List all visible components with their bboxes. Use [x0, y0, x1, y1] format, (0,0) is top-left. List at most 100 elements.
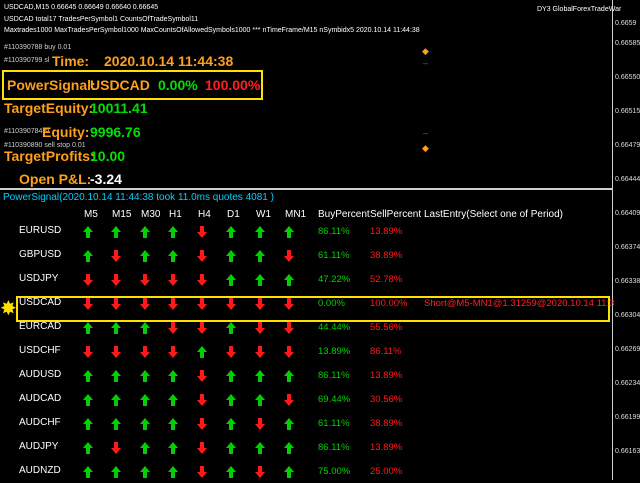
period-header-m30[interactable]: M30 — [141, 209, 160, 220]
last-entry-header[interactable]: LastEntry(Select one of Period) — [424, 209, 563, 220]
power-signal-label: PowerSignal: — [7, 77, 96, 93]
symbol-audcad[interactable]: AUDCAD — [19, 393, 61, 404]
arrow-up-icon — [140, 225, 150, 238]
arrow-up-icon — [255, 225, 265, 238]
arrow-up-icon — [168, 249, 178, 262]
arrow-up-icon — [197, 345, 207, 358]
arrow-up-icon — [226, 249, 236, 262]
buy-percent-header[interactable]: BuyPercent — [318, 209, 370, 220]
arrow-up-icon — [168, 369, 178, 382]
arrow-up-icon — [226, 225, 236, 238]
header-line-1: USDCAD total17 TradesPerSymbol1 CountsOf… — [4, 16, 199, 23]
arrow-down-icon — [111, 345, 121, 358]
arrow-up-icon — [140, 465, 150, 478]
sell-percent: 38.89% — [370, 250, 403, 261]
symbol-audchf[interactable]: AUDCHF — [19, 417, 61, 428]
price-axis-label: 0.66199 — [615, 414, 640, 421]
period-header-mn1[interactable]: MN1 — [285, 209, 306, 220]
arrow-down-icon — [197, 225, 207, 238]
arrow-down-icon — [226, 345, 236, 358]
target-profits-value: 10.00 — [90, 148, 126, 164]
period-header-h4[interactable]: H4 — [198, 209, 211, 220]
arrow-up-icon — [226, 441, 236, 454]
target-profits-label: TargetProfits: — [4, 148, 95, 164]
panel-title: PowerSignal(2020.10.14 11:44:38 took 11.… — [3, 192, 274, 203]
arrow-down-icon — [284, 297, 294, 310]
price-axis-label: 0.66444 — [615, 176, 640, 183]
order-label-2: #110390799 sl — [4, 57, 50, 64]
buy-percent: 86.11% — [318, 442, 350, 453]
arrow-up-icon — [284, 225, 294, 238]
arrow-up-icon — [226, 369, 236, 382]
period-header-m5[interactable]: M5 — [84, 209, 98, 220]
buy-percent: 44.44% — [318, 322, 351, 333]
arrow-up-icon — [168, 225, 178, 238]
arrow-down-icon — [140, 297, 150, 310]
arrow-down-icon — [83, 273, 93, 286]
arrow-up-icon — [284, 273, 294, 286]
symbol-usdcad[interactable]: USDCAD — [19, 297, 61, 308]
arrow-down-icon — [255, 465, 265, 478]
arrow-down-icon — [197, 393, 207, 406]
price-axis-line — [612, 0, 613, 480]
period-header-h1[interactable]: H1 — [169, 209, 182, 220]
arrow-down-icon — [255, 321, 265, 334]
symbol-gbpusd[interactable]: GBPUSD — [19, 249, 61, 260]
arrow-down-icon — [284, 249, 294, 262]
arrow-down-icon — [255, 417, 265, 430]
price-axis-label: 0.66269 — [615, 346, 640, 353]
arrow-up-icon — [111, 465, 121, 478]
arrow-up-icon — [226, 393, 236, 406]
arrow-up-icon — [226, 321, 236, 334]
time-value: 2020.10.14 11:44:38 — [104, 53, 234, 69]
buy-percent: 0.00% — [318, 298, 345, 309]
arrow-down-icon — [197, 321, 207, 334]
period-header-m15[interactable]: M15 — [112, 209, 131, 220]
arrow-up-icon — [111, 369, 121, 382]
arrow-down-icon — [168, 273, 178, 286]
sell-percent-header[interactable]: SellPercent — [370, 209, 421, 220]
header-line-2: Maxtrades1000 MaxTradesPerSymbol1000 Max… — [4, 27, 420, 34]
arrow-up-icon — [168, 417, 178, 430]
arrow-down-icon — [197, 369, 207, 382]
arrow-up-icon — [168, 441, 178, 454]
period-header-w1[interactable]: W1 — [256, 209, 271, 220]
star-icon: ✸ — [0, 298, 17, 320]
symbol-eurcad[interactable]: EURCAD — [19, 321, 61, 332]
sell-percent: 86.11% — [370, 346, 402, 357]
open-pl-label: Open P&L: — [19, 171, 92, 187]
target-equity-label: TargetEquity: — [4, 100, 94, 116]
sell-percent: 13.89% — [370, 226, 403, 237]
equity-value: 9996.76 — [90, 124, 141, 140]
arrow-up-icon — [111, 321, 121, 334]
symbol-audusd[interactable]: AUDUSD — [19, 369, 61, 380]
power-signal-sell: 100.00% — [205, 77, 261, 93]
arrow-down-icon — [197, 297, 207, 310]
arrow-up-icon — [140, 393, 150, 406]
arrow-up-icon — [255, 249, 265, 262]
arrow-up-icon — [111, 225, 121, 238]
arrow-up-icon — [83, 393, 93, 406]
symbol-usdjpy[interactable]: USDJPY — [19, 273, 58, 284]
arrow-down-icon — [226, 297, 236, 310]
time-label: Time: — [52, 53, 90, 69]
arrow-up-icon — [83, 249, 93, 262]
arrow-up-icon — [255, 369, 265, 382]
symbol-audnzd[interactable]: AUDNZD — [19, 465, 61, 476]
symbol-eurusd[interactable]: EURUSD — [19, 225, 61, 236]
price-axis-label: 0.66234 — [615, 380, 640, 387]
panel-divider[interactable] — [0, 188, 612, 190]
power-signal-symbol: USDCAD — [90, 77, 150, 93]
buy-percent: 75.00% — [318, 466, 351, 477]
symbol-audjpy[interactable]: AUDJPY — [19, 441, 58, 452]
arrow-down-icon — [284, 345, 294, 358]
arrow-down-icon — [197, 273, 207, 286]
arrow-up-icon — [226, 273, 236, 286]
price-axis-label: 0.66163 — [615, 448, 640, 455]
period-header-d1[interactable]: D1 — [227, 209, 240, 220]
arrow-down-icon — [255, 297, 265, 310]
sell-percent: 52.78% — [370, 274, 403, 285]
arrow-up-icon — [255, 441, 265, 454]
symbol-usdchf[interactable]: USDCHF — [19, 345, 61, 356]
sell-percent: 55.56% — [370, 322, 403, 333]
